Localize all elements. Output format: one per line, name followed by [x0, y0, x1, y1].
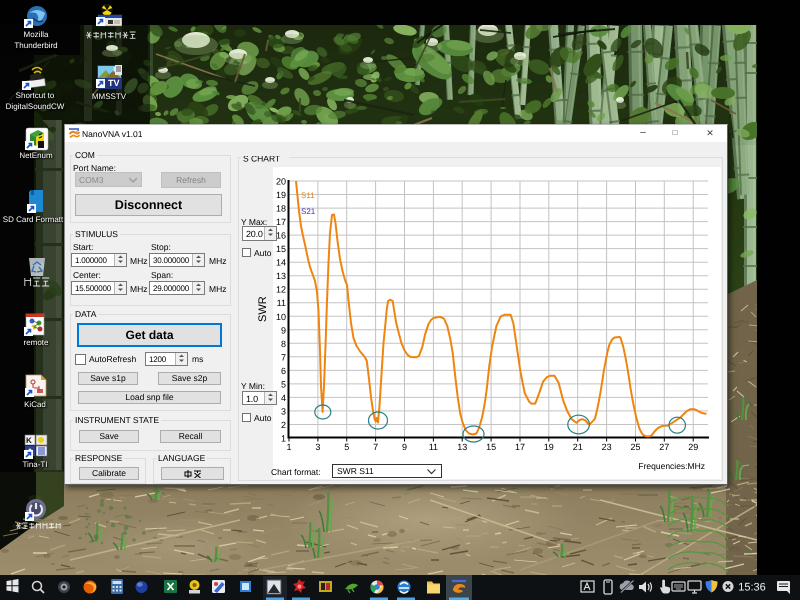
svg-text:S CHART: S CHART [243, 156, 280, 164]
svg-text:8: 8 [281, 339, 286, 349]
svg-text:13: 13 [457, 442, 467, 452]
svg-text:14: 14 [276, 258, 286, 268]
svg-text:19: 19 [276, 190, 286, 200]
svg-text:TV: TV [108, 78, 120, 88]
svg-text:16: 16 [276, 231, 286, 241]
svg-text:20: 20 [276, 177, 286, 187]
svg-text:15: 15 [486, 442, 496, 452]
svg-text:K: K [26, 436, 32, 445]
svg-text:27: 27 [659, 442, 669, 452]
svg-text:23: 23 [602, 442, 612, 452]
svg-text:12: 12 [276, 285, 286, 295]
svg-text:17: 17 [515, 442, 525, 452]
svg-text:S11: S11 [301, 191, 315, 200]
svg-text:18: 18 [276, 204, 286, 214]
svg-text:3: 3 [281, 406, 286, 416]
svg-text:9: 9 [281, 325, 286, 335]
svg-text:1: 1 [281, 434, 286, 444]
svg-text:7: 7 [281, 352, 286, 362]
svg-text:Frequencies:MHz: Frequencies:MHz [638, 461, 705, 471]
svg-text:5: 5 [281, 379, 286, 389]
svg-text:2: 2 [281, 420, 286, 430]
svg-text:3: 3 [315, 442, 320, 452]
svg-text:21: 21 [573, 442, 583, 452]
svg-text:9: 9 [402, 442, 407, 452]
svg-text:13: 13 [276, 271, 286, 281]
svg-text:6: 6 [281, 366, 286, 376]
svg-text:19: 19 [544, 442, 554, 452]
svg-text:15:36: 15:36 [738, 582, 766, 594]
svg-text:5: 5 [344, 442, 349, 452]
svg-text:1: 1 [286, 442, 291, 452]
svg-text:29: 29 [688, 442, 698, 452]
svg-text:4: 4 [281, 393, 286, 403]
svg-text:11: 11 [429, 442, 438, 452]
svg-text:17: 17 [276, 217, 286, 227]
svg-text:25: 25 [630, 442, 640, 452]
svg-text:7: 7 [373, 442, 378, 452]
svg-text:10: 10 [276, 312, 286, 322]
svg-text:S21: S21 [301, 207, 316, 216]
svg-text:11: 11 [277, 298, 286, 308]
svg-text:15: 15 [276, 244, 286, 254]
